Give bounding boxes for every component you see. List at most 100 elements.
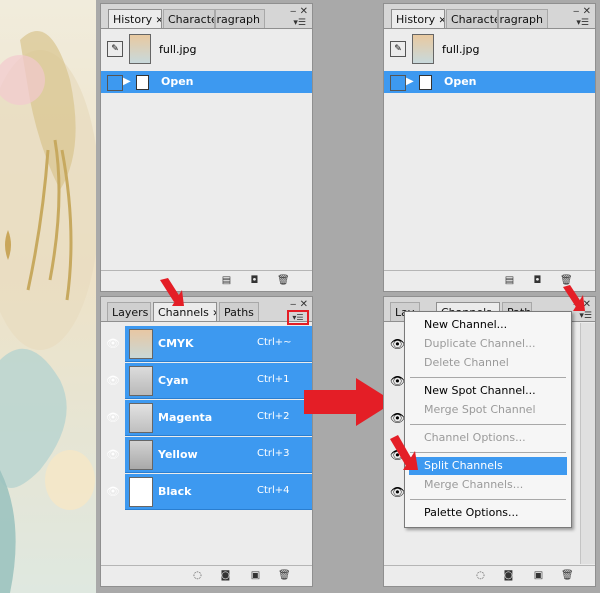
snapshot-thumbnail	[412, 34, 434, 64]
arrow-icon	[563, 285, 585, 311]
history-snapshot-row[interactable]: ✎ full.jpg	[101, 32, 312, 66]
history-brush-marker-icon: ▶	[123, 76, 131, 87]
channel-thumbnail	[129, 329, 153, 359]
tab-character-label: Character	[168, 13, 214, 26]
save-selection-icon[interactable]: ◙	[220, 570, 231, 581]
camera-icon[interactable]: ◘	[249, 275, 260, 286]
trash-icon[interactable]: 🗑	[561, 570, 574, 581]
panel-menu-icon[interactable]: ▾☰	[576, 18, 589, 28]
menu-item-new-channel[interactable]: New Channel...	[424, 318, 507, 331]
channel-thumbnail	[129, 366, 153, 396]
arrow-icon	[390, 435, 418, 470]
tab-paths[interactable]: Paths	[219, 302, 259, 321]
channels-panel-left: Layers Channels ✕ Paths ‒ ✕ ▾☰ 👁 CMYK Ct…	[100, 296, 313, 587]
channel-name: Magenta	[158, 411, 213, 424]
menu-item-split-channels[interactable]: Split Channels	[424, 459, 503, 472]
history-source-box[interactable]	[107, 75, 123, 91]
snapshot-name: full.jpg	[442, 43, 480, 56]
close-icon[interactable]: ✕	[439, 16, 444, 26]
channel-row-cmyk[interactable]: 👁 CMYK Ctrl+~	[101, 326, 312, 362]
history-state-label: Open	[444, 75, 477, 88]
channel-row-yellow[interactable]: 👁 Yellow Ctrl+3	[101, 437, 312, 473]
history-state-open[interactable]: ▶ Open	[101, 71, 312, 93]
eye-icon[interactable]: 👁	[101, 400, 125, 436]
close-icon[interactable]: ✕	[300, 299, 308, 310]
close-icon[interactable]: ✕	[156, 16, 161, 26]
tab-history[interactable]: History ✕	[391, 9, 445, 28]
tab-history-label: History	[396, 13, 436, 26]
new-document-icon[interactable]: ▤	[221, 275, 232, 286]
tab-layers-label: Layers	[112, 306, 149, 319]
eye-icon[interactable]: 👁	[390, 374, 405, 388]
eye-icon[interactable]: 👁	[390, 485, 405, 499]
menu-item-new-spot-channel[interactable]: New Spot Channel...	[424, 384, 536, 397]
history-snapshot-row[interactable]: ✎ full.jpg	[384, 32, 595, 66]
load-selection-icon[interactable]: ◌	[192, 570, 203, 581]
trash-icon[interactable]: 🗑	[278, 570, 291, 581]
history-state-label: Open	[161, 75, 194, 88]
brush-icon[interactable]: ✎	[390, 41, 406, 57]
minimize-icon[interactable]: ‒	[573, 6, 579, 17]
menu-separator	[410, 424, 566, 425]
tab-layers[interactable]: Layers	[107, 302, 151, 321]
history-state-open[interactable]: ▶ Open	[384, 71, 595, 93]
history-source-box[interactable]	[390, 75, 406, 91]
new-channel-icon[interactable]: ▣	[250, 570, 261, 581]
trash-icon[interactable]: 🗑	[277, 275, 290, 286]
menu-item-palette-options[interactable]: Palette Options...	[424, 506, 519, 519]
minimize-icon[interactable]: ‒	[290, 6, 296, 17]
save-selection-icon[interactable]: ◙	[503, 570, 514, 581]
panel-menu-icon[interactable]: ▾☰	[293, 18, 306, 28]
panel-menu-icon[interactable]: ▾☰	[287, 310, 309, 325]
eye-icon[interactable]: 👁	[390, 337, 405, 351]
tab-history[interactable]: History ✕	[108, 9, 162, 28]
tab-paragraph[interactable]: Paragraph	[498, 9, 548, 28]
new-channel-icon[interactable]: ▣	[533, 570, 544, 581]
load-selection-icon[interactable]: ◌	[475, 570, 486, 581]
close-icon[interactable]: ✕	[300, 6, 308, 17]
tab-character-label: Character	[451, 13, 497, 26]
tab-character[interactable]: Character	[446, 9, 498, 28]
eye-icon[interactable]: 👁	[101, 363, 125, 399]
channel-row-magenta[interactable]: 👁 Magenta Ctrl+2	[101, 400, 312, 436]
channel-name: Yellow	[158, 448, 198, 461]
arrow-icon	[304, 378, 394, 426]
eye-icon[interactable]: 👁	[390, 411, 405, 425]
channels-tabbar: Layers Channels ✕ Paths ‒ ✕ ▾☰	[101, 297, 312, 325]
tab-paragraph[interactable]: Paragraph	[215, 9, 265, 28]
menu-item-merge-spot-channel: Merge Spot Channel	[424, 403, 536, 416]
menu-item-duplicate-channel: Duplicate Channel...	[424, 337, 536, 350]
panel-controls: ‒ ✕	[290, 6, 308, 17]
channel-thumbnail	[129, 440, 153, 470]
channels-footer: ◌ ◙ ▣ 🗑	[101, 565, 312, 586]
panel-controls: ‒ ✕	[573, 6, 591, 17]
tab-character[interactable]: Character	[163, 9, 215, 28]
close-icon[interactable]: ✕	[212, 309, 216, 319]
channel-name: Black	[158, 485, 192, 498]
tab-history-label: History	[113, 13, 153, 26]
document-canvas	[0, 0, 96, 593]
tab-paragraph-label: Paragraph	[499, 13, 543, 26]
minimize-icon[interactable]: ‒	[290, 299, 296, 310]
eye-icon[interactable]: 👁	[101, 474, 125, 510]
channels-footer: ◌ ◙ ▣ 🗑	[384, 565, 595, 586]
channel-row-cyan[interactable]: 👁 Cyan Ctrl+1	[101, 363, 312, 399]
close-icon[interactable]: ✕	[583, 6, 591, 17]
new-document-icon[interactable]: ▤	[504, 275, 515, 286]
channel-row-black[interactable]: 👁 Black Ctrl+4	[101, 474, 312, 510]
brush-icon[interactable]: ✎	[107, 41, 123, 57]
eye-icon[interactable]: 👁	[101, 326, 125, 362]
menu-item-channel-options: Channel Options...	[424, 431, 526, 444]
camera-icon[interactable]: ◘	[532, 275, 543, 286]
eye-icon[interactable]: 👁	[101, 437, 125, 473]
arrow-icon	[160, 278, 184, 306]
scrollbar[interactable]	[580, 323, 595, 564]
menu-separator	[410, 452, 566, 453]
channel-thumbnail	[129, 477, 153, 507]
open-document-icon	[419, 75, 432, 90]
history-brush-marker-icon: ▶	[406, 76, 414, 87]
history-panel-right: History ✕ Character Paragraph ‒ ✕ ▾☰ ✎ f…	[383, 3, 596, 292]
history-tabbar: History ✕ Character Paragraph ‒ ✕ ▾☰	[384, 4, 595, 29]
history-tabbar: History ✕ Character Paragraph ‒ ✕ ▾☰	[101, 4, 312, 29]
snapshot-name: full.jpg	[159, 43, 197, 56]
